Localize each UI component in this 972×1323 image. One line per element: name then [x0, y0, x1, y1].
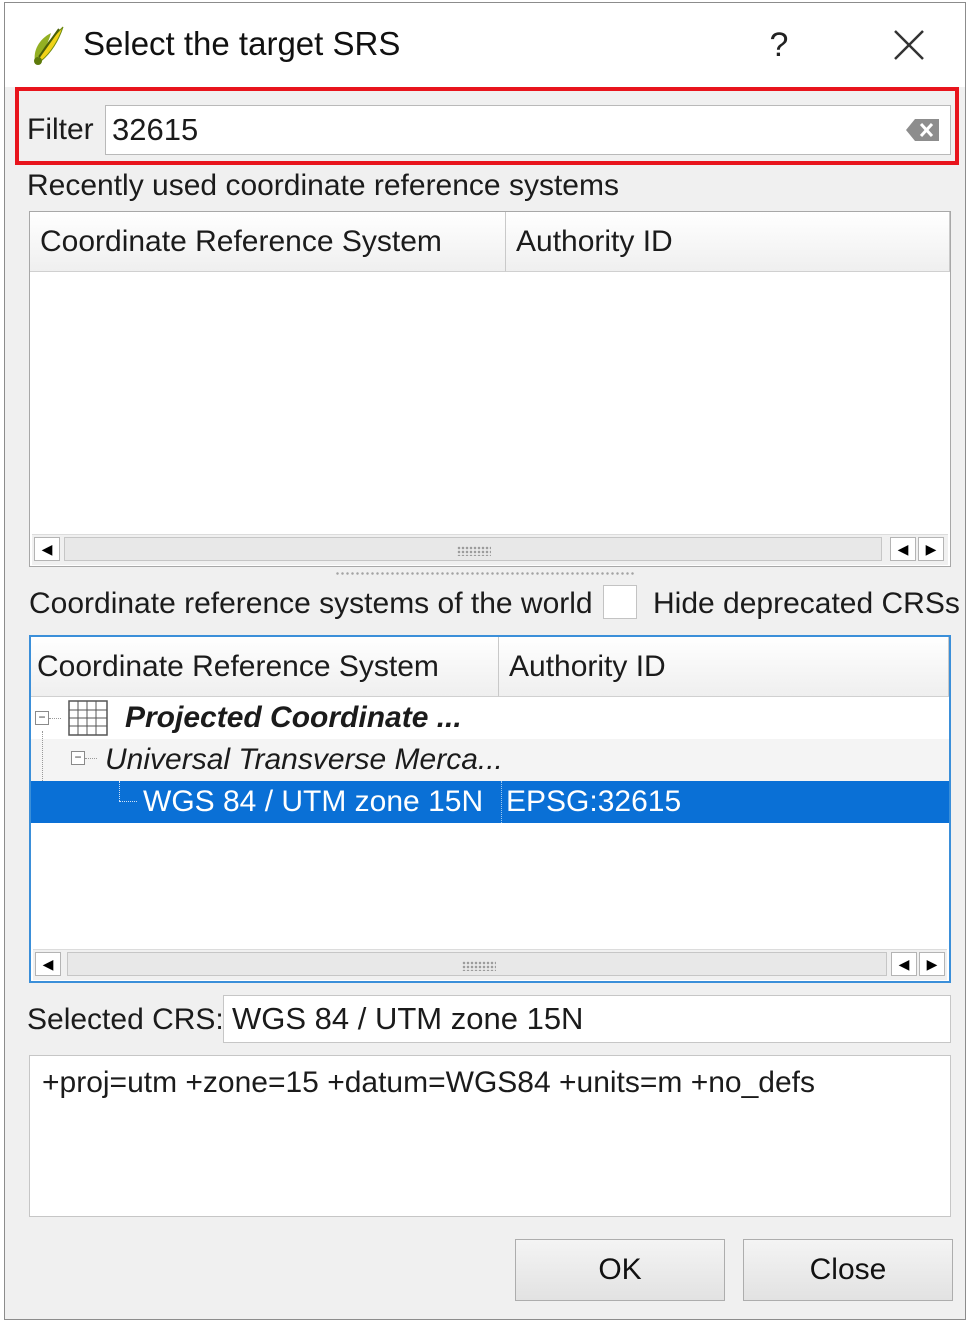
world-crs-tree[interactable]: Coordinate Reference System Authority ID… — [29, 635, 951, 983]
scroll-left-arrow-icon[interactable]: ◀ — [890, 537, 916, 561]
filter-input[interactable]: 32615 — [105, 105, 951, 155]
ok-button[interactable]: OK — [515, 1239, 725, 1301]
world-horizontal-scrollbar[interactable]: ◀ ◀ ▶ — [33, 949, 947, 980]
collapse-icon[interactable]: − — [71, 751, 85, 765]
tree-row-projected[interactable]: − Projected Coordinate ... — [31, 697, 949, 739]
tree-connector — [119, 781, 120, 801]
filter-label: Filter — [27, 113, 94, 146]
tree-connector — [49, 718, 61, 719]
scroll-left-arrow-icon[interactable]: ◀ — [34, 537, 60, 561]
qgis-logo-icon — [34, 26, 64, 65]
grip-icon — [457, 546, 491, 556]
selected-crs-field: WGS 84 / UTM zone 15N — [223, 995, 951, 1043]
world-crs-caption: Coordinate reference systems of the worl… — [29, 587, 593, 620]
grid-projection-icon — [68, 700, 108, 736]
splitter-handle[interactable] — [335, 571, 635, 577]
tree-connector — [85, 758, 97, 759]
tree-label-crs: WGS 84 / UTM zone 15N — [143, 785, 484, 818]
grip-icon — [462, 961, 496, 971]
world-column-header-crs[interactable]: Coordinate Reference System — [31, 637, 499, 697]
tree-connector — [119, 801, 137, 802]
dialog-title: Select the target SRS — [83, 25, 401, 62]
scroll-thumb[interactable] — [67, 952, 887, 976]
clear-filter-icon[interactable] — [905, 117, 941, 143]
tree-label-utm: Universal Transverse Merca... — [105, 743, 503, 776]
scroll-thumb[interactable] — [64, 537, 882, 561]
tree-row-wgs84-utm15n[interactable]: WGS 84 / UTM zone 15N EPSG:32615 — [31, 781, 949, 823]
select-srs-dialog: Select the target SRS ? Filter 32615 Rec… — [4, 2, 966, 1320]
tree-connector — [42, 731, 43, 781]
hide-deprecated-checkbox[interactable] — [603, 585, 637, 619]
tree-row-utm[interactable]: − Universal Transverse Merca... — [31, 731, 949, 781]
recent-horizontal-scrollbar[interactable]: ◀ ◀ ▶ — [32, 534, 948, 565]
hide-deprecated-label: Hide deprecated CRSs — [653, 587, 960, 620]
title-bar: Select the target SRS ? — [5, 3, 965, 87]
proj-definition-box: +proj=utm +zone=15 +datum=WGS84 +units=m… — [29, 1055, 951, 1217]
scroll-right-arrow-icon[interactable]: ▶ — [918, 537, 944, 561]
collapse-icon[interactable]: − — [35, 711, 49, 725]
tree-authority-id: EPSG:32615 — [501, 781, 681, 823]
recent-crs-caption: Recently used coordinate reference syste… — [27, 169, 619, 202]
close-icon[interactable] — [881, 19, 935, 73]
scroll-right-arrow-icon[interactable]: ▶ — [919, 952, 945, 976]
selected-crs-label: Selected CRS: — [27, 1003, 224, 1036]
scroll-left-arrow-icon[interactable]: ◀ — [35, 952, 61, 976]
recent-column-header-crs[interactable]: Coordinate Reference System — [30, 212, 506, 272]
tree-label-projected: Projected Coordinate ... — [125, 701, 462, 734]
help-button[interactable]: ? — [757, 19, 801, 71]
close-button[interactable]: Close — [743, 1239, 953, 1301]
scroll-left-arrow-icon[interactable]: ◀ — [891, 952, 917, 976]
recent-column-header-authority[interactable]: Authority ID — [506, 212, 950, 272]
world-column-header-authority[interactable]: Authority ID — [499, 637, 949, 697]
recent-crs-table[interactable]: Coordinate Reference System Authority ID… — [29, 211, 951, 567]
